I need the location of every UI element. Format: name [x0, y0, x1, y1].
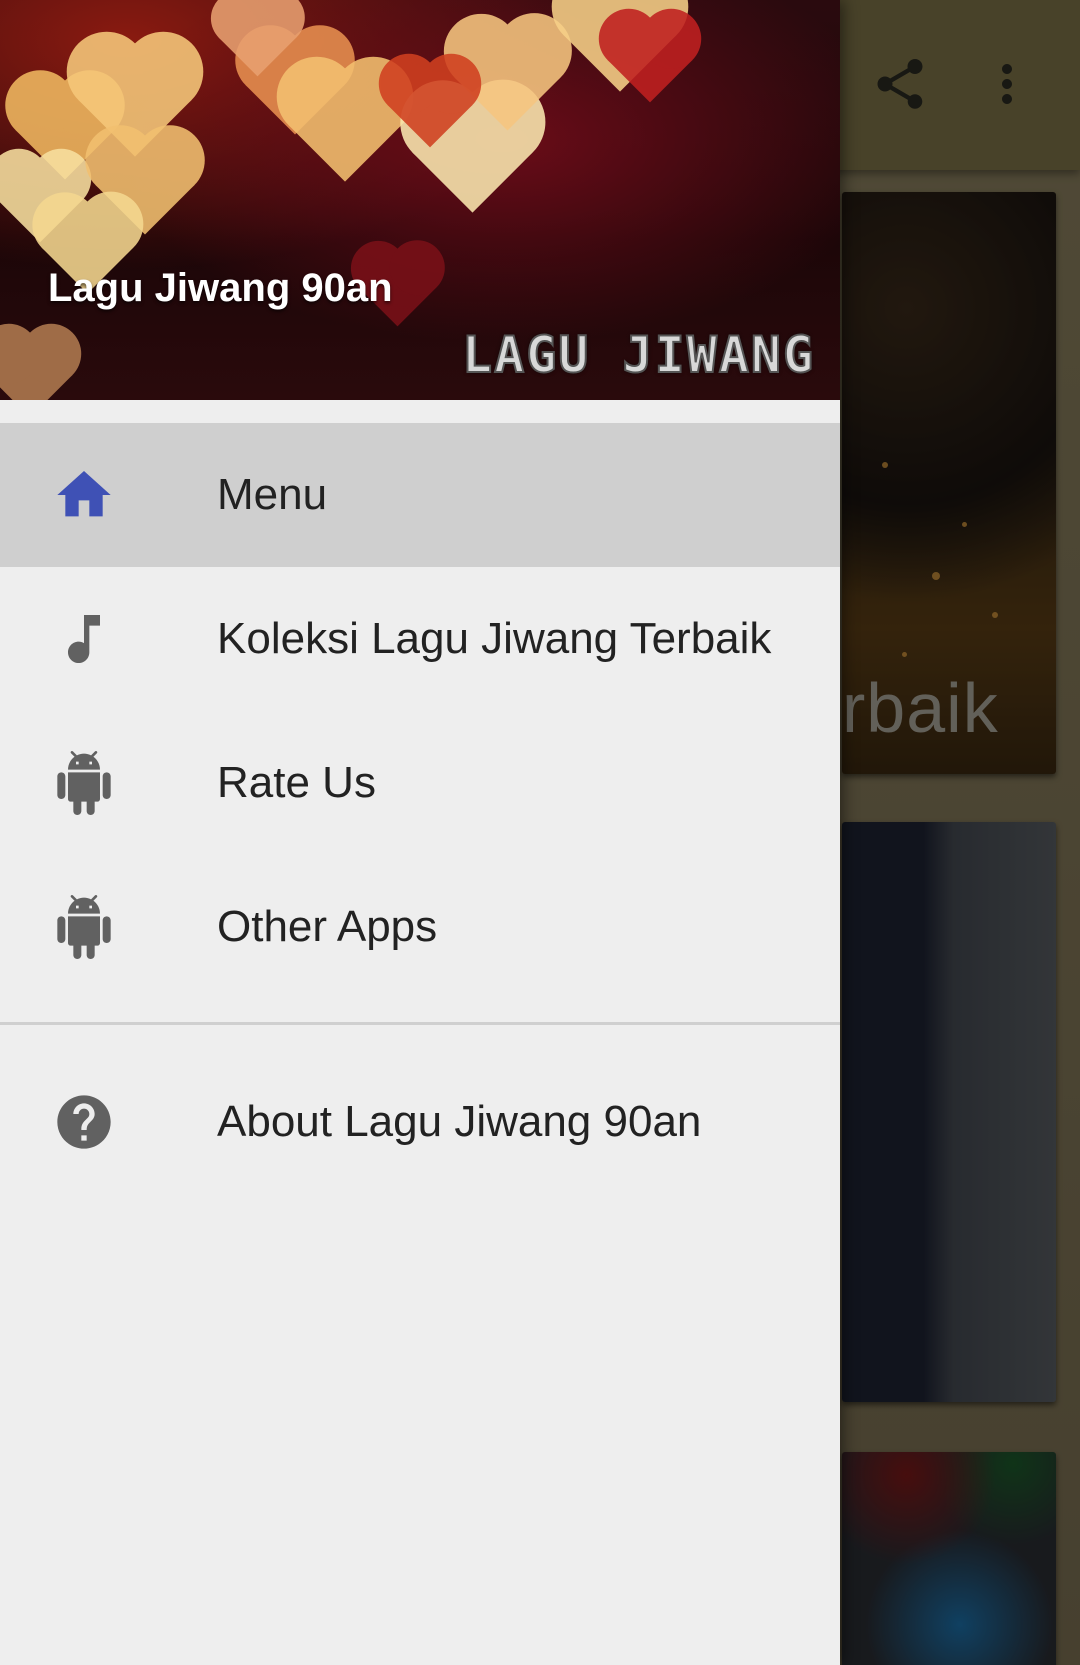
drawer-menu: Menu Koleksi Lagu Jiwang Terbaik Rate Us… [0, 423, 840, 999]
drawer-item-rate-us[interactable]: Rate Us [0, 711, 840, 855]
drawer-item-label: Other Apps [217, 902, 438, 951]
drawer-item-menu[interactable]: Menu [0, 423, 840, 567]
drawer-item-label: Koleksi Lagu Jiwang Terbaik [217, 614, 772, 663]
home-icon [50, 461, 118, 529]
drawer-header-title: Lagu Jiwang 90an [48, 266, 393, 310]
help-icon [50, 1088, 118, 1156]
music-note-icon [50, 605, 118, 673]
drawer-item-label: Menu [217, 470, 328, 519]
drawer-header: Lagu Jiwang 90an LAGU JIWANG 90AN [0, 0, 840, 400]
app-logo-text: LAGU JIWANG 90AN [461, 325, 840, 385]
drawer-item-label: About Lagu Jiwang 90an [217, 1097, 702, 1146]
android-icon [50, 893, 118, 961]
drawer-item-koleksi[interactable]: Koleksi Lagu Jiwang Terbaik [0, 567, 840, 711]
drawer-divider [0, 1022, 840, 1025]
navigation-drawer: Lagu Jiwang 90an LAGU JIWANG 90AN Menu K… [0, 0, 840, 1665]
android-icon [50, 749, 118, 817]
drawer-item-label: Rate Us [217, 758, 376, 807]
drawer-item-about[interactable]: About Lagu Jiwang 90an [0, 1050, 840, 1194]
drawer-item-other-apps[interactable]: Other Apps [0, 855, 840, 999]
drawer-secondary-menu: About Lagu Jiwang 90an [0, 1050, 840, 1194]
